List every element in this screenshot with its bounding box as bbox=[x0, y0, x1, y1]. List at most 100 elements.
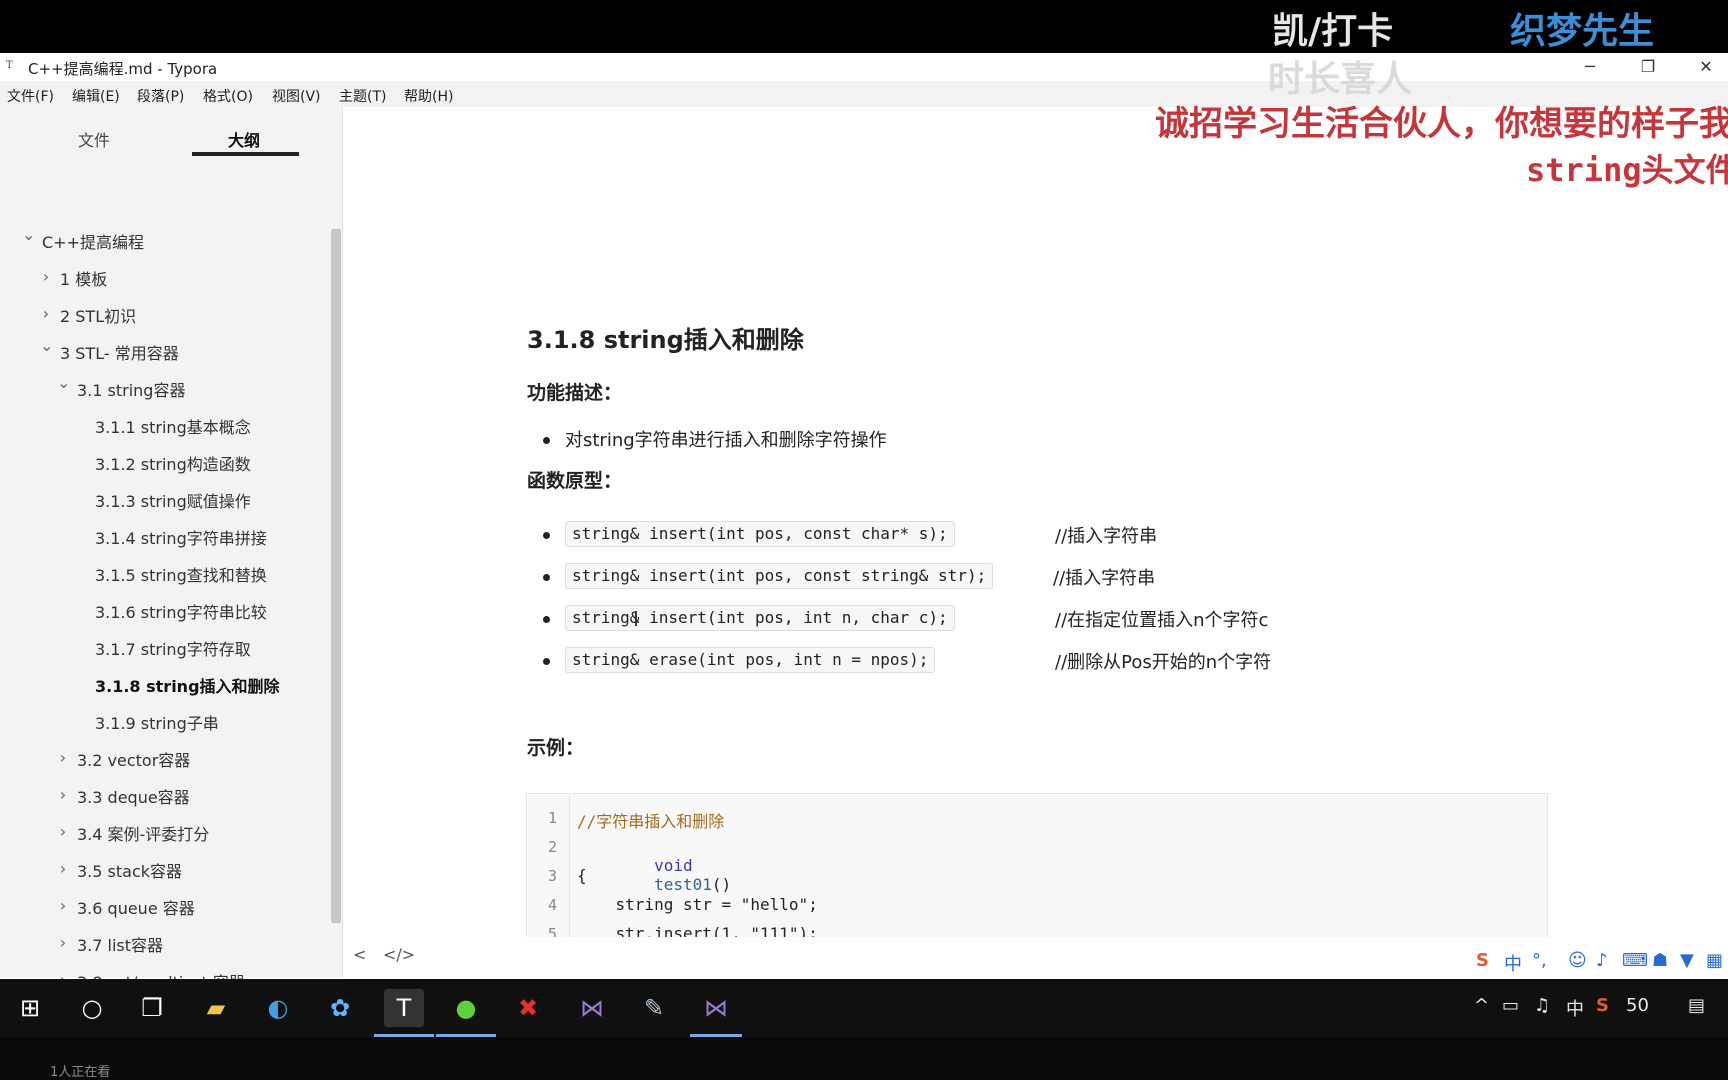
close-button[interactable]: ✕ bbox=[1686, 55, 1726, 79]
menu-format[interactable]: 格式(O) bbox=[203, 86, 253, 106]
sogou-logo-icon[interactable]: S bbox=[1476, 950, 1489, 971]
chevron-right-icon[interactable]: › bbox=[57, 785, 69, 804]
active-tab-indicator bbox=[192, 152, 299, 156]
editor-area: 3.1.8 string插入和删除 功能描述： 对string字符串进行插入和删… bbox=[343, 107, 1728, 937]
overlay-text-header: string头文件 bbox=[1526, 151, 1728, 189]
prototype-code: string& insert(int pos, const string& st… bbox=[565, 563, 994, 589]
skin-icon[interactable]: ▼ bbox=[1680, 950, 1694, 971]
line-number: 2 bbox=[547, 838, 557, 856]
outline-item[interactable]: C++提高编程 bbox=[42, 229, 144, 253]
outline-item[interactable]: 3.1.1 string基本概念 bbox=[95, 414, 251, 438]
toolbox-icon[interactable]: ▦ bbox=[1706, 950, 1723, 971]
typora-taskbar-icon[interactable]: T bbox=[384, 989, 424, 1027]
restore-button[interactable]: ❐ bbox=[1628, 55, 1668, 79]
user-icon[interactable]: ☗ bbox=[1652, 950, 1668, 971]
toggle-sidebar-button[interactable]: < bbox=[353, 945, 366, 964]
outline-item[interactable]: 3.5 stack容器 bbox=[77, 858, 182, 882]
keyboard-icon[interactable]: ⌨ bbox=[1622, 950, 1648, 971]
outline-item[interactable]: 3.3 deque容器 bbox=[77, 784, 190, 808]
tray-badge[interactable]: 50 bbox=[1626, 995, 1649, 1016]
outline-item[interactable]: 3.1 string容器 bbox=[77, 377, 185, 401]
outline-item[interactable]: 3.1.2 string构造函数 bbox=[95, 451, 251, 475]
outline-item[interactable]: 3.1.7 string字符存取 bbox=[95, 636, 251, 660]
stream-footer: 1人正在看 bbox=[0, 1037, 1728, 1080]
volume-icon[interactable]: ♫ bbox=[1534, 995, 1550, 1016]
chevron-right-icon[interactable]: › bbox=[57, 933, 69, 952]
visual-studio-2-icon[interactable]: ⋈ bbox=[696, 989, 736, 1027]
tab-outline[interactable]: 大纲 bbox=[228, 127, 260, 151]
green-ball-app-icon[interactable]: ● bbox=[446, 989, 486, 1027]
chevron-right-icon[interactable]: › bbox=[57, 859, 69, 878]
outline-item[interactable]: 3.1.3 string赋值操作 bbox=[95, 488, 251, 512]
network-icon[interactable]: ▭ bbox=[1502, 995, 1519, 1016]
chevron-down-icon[interactable]: ⌄ bbox=[57, 373, 70, 392]
chevron-right-icon[interactable]: › bbox=[57, 748, 69, 767]
prototype-heading: 函数原型： bbox=[527, 470, 623, 492]
outline-item[interactable]: 3.1.9 string子串 bbox=[95, 710, 219, 734]
code-line-comment: //字符串插入和删除 bbox=[577, 812, 725, 831]
overlay-text-author: 织梦先生 bbox=[1510, 11, 1655, 52]
outline-item[interactable]: 3.1.5 string查找和替换 bbox=[95, 562, 267, 586]
code-line: string str = "hello"; bbox=[577, 895, 818, 914]
code-punct: () bbox=[711, 875, 732, 894]
tray-lang[interactable]: 中 bbox=[1566, 995, 1584, 1021]
emoji-icon[interactable]: ☺ bbox=[1568, 950, 1587, 971]
code-function-name: test01 bbox=[654, 875, 712, 894]
bullet bbox=[543, 658, 550, 665]
visual-studio-icon[interactable]: ⋈ bbox=[572, 989, 612, 1027]
section-heading: 3.1.8 string插入和删除 bbox=[527, 326, 804, 354]
outline-item[interactable]: 3.2 vector容器 bbox=[77, 747, 190, 771]
tab-files[interactable]: 文件 bbox=[78, 127, 110, 151]
chevron-right-icon[interactable]: › bbox=[57, 822, 69, 841]
outline-item[interactable]: 1 模板 bbox=[60, 266, 107, 290]
line-number: 4 bbox=[547, 896, 557, 914]
menu-help[interactable]: 帮助(H) bbox=[404, 86, 453, 106]
prototype-code: string& insert(int pos, const char* s); bbox=[565, 521, 955, 547]
outline-item[interactable]: 3 STL- 常用容器 bbox=[60, 340, 179, 364]
chevron-right-icon[interactable]: › bbox=[57, 896, 69, 915]
sidebar-scrollbar[interactable] bbox=[331, 229, 341, 923]
chevron-right-icon[interactable]: › bbox=[40, 304, 52, 323]
minimize-button[interactable]: ─ bbox=[1570, 55, 1610, 79]
code-block[interactable]: 1 2 3 4 5 //字符串插入和删除 void test01() { str… bbox=[526, 793, 1548, 937]
menu-edit[interactable]: 编辑(E) bbox=[72, 86, 120, 106]
tray-expand-icon[interactable]: ^ bbox=[1474, 995, 1489, 1016]
sogou-tray-icon[interactable]: S bbox=[1596, 995, 1609, 1016]
line-number-gutter: 1 2 3 4 5 bbox=[527, 794, 570, 937]
microphone-icon[interactable]: ♪ bbox=[1596, 950, 1608, 971]
xmind-icon[interactable]: ✖ bbox=[508, 989, 548, 1027]
ime-lang-toggle[interactable]: 中 bbox=[1504, 950, 1522, 976]
source-mode-button[interactable]: </> bbox=[383, 945, 415, 964]
chevron-down-icon[interactable]: ⌄ bbox=[22, 225, 35, 244]
ime-toolbar: S 中 °, ☺ ♪ ⌨ ☗ ▼ ▦ bbox=[1476, 944, 1728, 976]
menu-theme[interactable]: 主题(T) bbox=[339, 86, 386, 106]
search-circle-icon[interactable]: ○ bbox=[72, 989, 112, 1027]
ime-punct-toggle[interactable]: °, bbox=[1532, 950, 1547, 971]
menu-paragraph[interactable]: 段落(P) bbox=[137, 86, 184, 106]
paint-app-icon[interactable]: ✎ bbox=[634, 989, 674, 1027]
line-number: 3 bbox=[547, 867, 557, 885]
typora-window: T C++提高编程.md - Typora ─ ❐ ✕ 文件(F) 编辑(E) … bbox=[0, 53, 1728, 1029]
outline-item[interactable]: 3.4 案例-评委打分 bbox=[77, 821, 209, 845]
task-view-icon[interactable]: ❐ bbox=[132, 989, 172, 1027]
edge-browser-icon[interactable]: ◐ bbox=[258, 989, 298, 1027]
menu-file[interactable]: 文件(F) bbox=[7, 86, 54, 106]
cloud-app-icon[interactable]: ✿ bbox=[320, 989, 360, 1027]
outline-item[interactable]: 3.1.8 string插入和删除 bbox=[95, 673, 280, 697]
prototype-comment: //在指定位置插入n个字符c bbox=[1055, 610, 1269, 631]
chevron-down-icon[interactable]: ⌄ bbox=[40, 336, 53, 355]
prototype-comment: //插入字符串 bbox=[1055, 526, 1158, 547]
line-number: 5 bbox=[547, 925, 557, 937]
start-windows-icon[interactable]: ⊞ bbox=[10, 989, 50, 1027]
prototype-code: string& insert(int pos, int n, char c); bbox=[565, 605, 955, 631]
outline-item[interactable]: 3.1.4 string字符串拼接 bbox=[95, 525, 267, 549]
outline-item[interactable]: 3.6 queue 容器 bbox=[77, 895, 195, 919]
outline-item[interactable]: 3.1.6 string字符串比较 bbox=[95, 599, 267, 623]
outline-item[interactable]: 2 STL初识 bbox=[60, 303, 136, 327]
outline-item[interactable]: 3.7 list容器 bbox=[77, 932, 163, 956]
menu-view[interactable]: 视图(V) bbox=[272, 86, 321, 106]
file-explorer-icon[interactable]: ▰ bbox=[196, 989, 236, 1027]
viewer-count: 1人正在看 bbox=[50, 1065, 111, 1080]
notification-icon[interactable]: ▤ bbox=[1688, 995, 1705, 1016]
chevron-right-icon[interactable]: › bbox=[40, 267, 52, 286]
